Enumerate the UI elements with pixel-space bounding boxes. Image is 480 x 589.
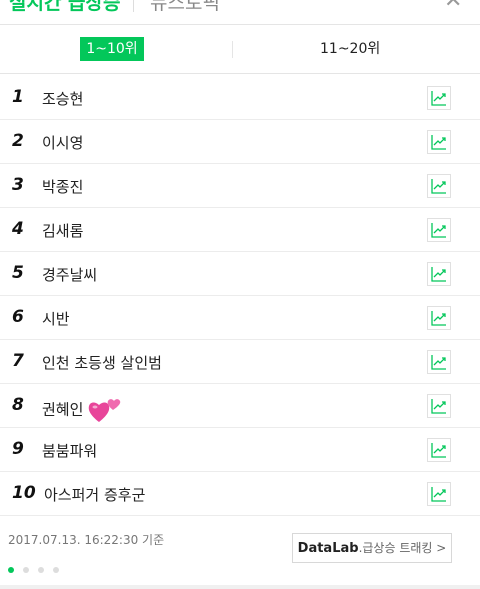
list-item[interactable]: 3 박종진 [0,164,480,208]
page-indicator [8,558,68,577]
trend-chart-icon[interactable] [427,394,451,418]
list-item[interactable]: 9 붐붐파워 [0,428,480,472]
list-item[interactable]: 6 시반 [0,296,480,340]
keyword-text: 권혜인 [42,400,84,419]
keyword-link[interactable]: 아스퍼거 증후군 [44,484,145,505]
header: 실시간 급상승 뉴스토픽 ✕ [0,0,480,24]
datalab-button[interactable]: DataLab.급상승 트래킹 > [292,533,452,563]
trend-chart-icon[interactable] [427,262,451,286]
keyword-link[interactable]: 조승현 [42,88,83,109]
heart-emoji-icon [89,399,121,422]
list-item[interactable]: 2 이시영 [0,120,480,164]
rank-number: 4 [12,219,24,239]
bottom-divider [0,585,480,589]
range-divider [232,41,233,58]
range-tabs: 1~10위 11~20위 [0,24,480,74]
timestamp: 2017.07.13. 16:22:30 기준 [8,533,165,547]
trend-chart-icon[interactable] [427,350,451,374]
page-dot[interactable] [23,567,29,573]
trend-chart-icon[interactable] [427,306,451,330]
tab-realtime[interactable]: 실시간 급상승 [9,0,121,15]
keyword-link[interactable]: 이시영 [42,132,83,153]
page-dot[interactable] [38,567,44,573]
keyword-link[interactable]: 박종진 [42,176,83,197]
list-item[interactable]: 10 아스퍼거 증후군 [0,472,480,516]
trend-chart-icon[interactable] [427,482,451,506]
rank-number: 5 [12,263,24,283]
datalab-brand: DataLab [297,541,359,556]
footer: 2017.07.13. 16:22:30 기준 DataLab.급상승 트래킹 … [0,516,480,589]
trend-chart-icon[interactable] [427,438,451,462]
list-item[interactable]: 8 권혜인 [0,384,480,428]
rank-number: 10 [12,483,36,503]
keyword-link[interactable]: 붐붐파워 [42,440,97,461]
keyword-link[interactable]: 인천 초등생 살인범 [42,352,162,373]
keyword-link[interactable]: 경주날씨 [42,264,97,285]
trend-chart-icon[interactable] [427,130,451,154]
range-tab-1-10[interactable]: 1~10위 [80,37,144,61]
page-dot[interactable] [53,567,59,573]
close-icon[interactable]: ✕ [444,0,462,13]
rank-number: 9 [12,439,24,459]
list-item[interactable]: 1 조승현 [0,76,480,120]
trend-chart-icon[interactable] [427,174,451,198]
list-item[interactable]: 5 경주날씨 [0,252,480,296]
tab-news-topic[interactable]: 뉴스토픽 [150,0,220,15]
trend-chart-icon[interactable] [427,218,451,242]
rank-number: 2 [12,131,24,151]
rank-number: 6 [12,307,24,327]
rank-number: 7 [12,351,24,371]
rank-number: 1 [12,87,24,107]
list-item[interactable]: 4 김새롬 [0,208,480,252]
page-dot-active[interactable] [8,567,14,573]
range-tab-11-20[interactable]: 11~20위 [320,37,380,61]
trend-chart-icon[interactable] [427,86,451,110]
rank-number: 3 [12,175,24,195]
keyword-link[interactable]: 시반 [42,308,70,329]
list-item[interactable]: 7 인천 초등생 살인범 [0,340,480,384]
ranking-list: 1 조승현 2 이시영 3 박종진 4 김새롬 5 경주날씨 6 시반 7 인천… [0,76,480,516]
tab-separator [133,0,134,12]
keyword-link[interactable]: 김새롬 [42,220,83,241]
rank-number: 8 [12,395,24,415]
datalab-label: .급상승 트래킹 > [358,541,447,555]
keyword-link[interactable]: 권혜인 [42,396,123,424]
